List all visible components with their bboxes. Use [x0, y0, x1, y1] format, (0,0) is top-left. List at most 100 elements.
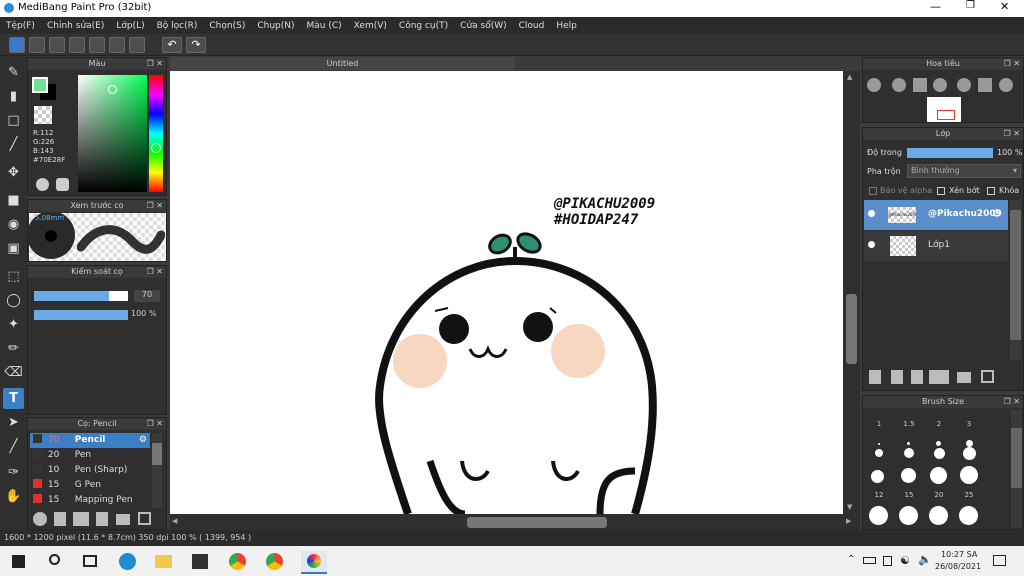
sv-picker-handle[interactable]: [108, 85, 117, 94]
redo-icon[interactable]: ↷: [186, 37, 206, 53]
chrome-icon[interactable]: [229, 553, 246, 570]
fill-shape-tool-icon[interactable]: ■: [3, 190, 24, 211]
panel-close-icon[interactable]: ❐ ✕: [147, 418, 163, 430]
scroll-down-arrow[interactable]: ▼: [847, 503, 852, 511]
hue-slider[interactable]: [149, 75, 163, 192]
brush-tool-icon[interactable]: ✎: [3, 62, 24, 83]
canvas-vertical-scrollbar[interactable]: ▲ ▼: [843, 71, 860, 514]
brush-size-preset[interactable]: 15: [894, 491, 924, 499]
layer-list-scrollbar[interactable]: [1010, 200, 1021, 360]
scroll-up-arrow[interactable]: ▲: [847, 73, 852, 81]
canvas-tab[interactable]: Untitled: [170, 57, 515, 70]
panel-close-icon[interactable]: ❐ ✕: [1004, 396, 1020, 408]
cloud-icon[interactable]: [9, 37, 25, 53]
palette-icon[interactable]: [36, 178, 49, 191]
brush-size-slider[interactable]: [34, 291, 128, 301]
add-brush-icon[interactable]: [33, 512, 47, 526]
menu-cloud[interactable]: Cloud: [513, 21, 551, 31]
menu-window[interactable]: Cửa sổ(W): [454, 21, 512, 31]
zoom-in-icon[interactable]: [867, 78, 881, 92]
taskbar-clock-time[interactable]: 10:27 SA: [941, 550, 977, 559]
rectangle-tool-icon[interactable]: □: [3, 110, 24, 131]
new-1bit-layer-icon[interactable]: [911, 370, 923, 384]
medibang-icon[interactable]: [301, 551, 327, 574]
scroll-right-arrow[interactable]: ▶: [846, 517, 851, 525]
fit-window-icon[interactable]: [913, 78, 927, 92]
color-picker-icon[interactable]: [56, 178, 69, 191]
transparent-color-swatch[interactable]: [34, 106, 52, 124]
file-explorer-icon[interactable]: [155, 555, 172, 568]
maximize-button[interactable]: ❐: [966, 0, 975, 11]
hue-slider-handle[interactable]: [151, 143, 161, 153]
brush-item[interactable]: 20 Pen: [30, 448, 166, 463]
clipping-checkbox[interactable]: [937, 187, 945, 195]
document-icon[interactable]: [89, 37, 105, 53]
menu-view[interactable]: Xem(V): [348, 21, 393, 31]
new-brush-icon[interactable]: [54, 512, 66, 526]
network-icon[interactable]: [883, 556, 892, 566]
battery-icon[interactable]: [863, 557, 876, 564]
panel-close-icon[interactable]: ❐ ✕: [147, 58, 163, 70]
brush-size-scroll-thumb[interactable]: [1011, 428, 1022, 488]
layer-visibility-icon[interactable]: [868, 241, 875, 248]
horizontal-scroll-thumb[interactable]: [467, 517, 607, 528]
brush-folder-icon[interactable]: [116, 514, 130, 525]
lock-checkbox[interactable]: [987, 187, 995, 195]
minimize-button[interactable]: —: [930, 0, 941, 13]
layer-folder-icon[interactable]: [957, 372, 971, 383]
brush-item[interactable]: 10 Pen (Sharp): [30, 463, 166, 478]
menu-snap[interactable]: Chụp(N): [251, 21, 300, 31]
store-icon[interactable]: [192, 554, 208, 569]
brush-item[interactable]: 70 Pencil ⚙: [30, 433, 150, 448]
select-rect-tool-icon[interactable]: ⬚: [3, 266, 24, 287]
layer-menu-icon[interactable]: [929, 370, 949, 384]
vertical-scroll-thumb[interactable]: [846, 294, 857, 364]
select-eraser-tool-icon[interactable]: ⌫: [3, 362, 24, 383]
undo-icon[interactable]: ↶: [162, 37, 182, 53]
magic-wand-tool-icon[interactable]: ✦: [3, 314, 24, 335]
taskbar-clock-date[interactable]: 26/08/2021: [935, 562, 981, 571]
panel-close-icon[interactable]: ❐ ✕: [147, 200, 163, 212]
wifi-icon[interactable]: ☯: [900, 554, 910, 567]
brush-size-preset[interactable]: 12: [864, 491, 894, 499]
eyedropper-tool-icon[interactable]: ✑: [3, 462, 24, 483]
brush-menu-icon[interactable]: [73, 512, 89, 526]
saturation-value-picker[interactable]: [78, 75, 147, 192]
divide-tool-icon[interactable]: ╱: [3, 436, 24, 457]
search-icon[interactable]: [49, 554, 60, 565]
new-halftone-layer-icon[interactable]: [891, 370, 903, 384]
menu-file[interactable]: Tệp(F): [0, 21, 41, 31]
panel-close-icon[interactable]: ❐ ✕: [147, 266, 163, 278]
drawing-canvas[interactable]: @PIKACHU2009 #HOIDAP247: [170, 71, 843, 514]
rotate-right-icon[interactable]: [999, 78, 1013, 92]
layer-list-scroll-thumb[interactable]: [1010, 210, 1021, 340]
brush-duplicate-icon[interactable]: [138, 512, 151, 525]
menu-color[interactable]: Màu (C): [301, 21, 348, 31]
menu-help[interactable]: Help: [550, 21, 583, 31]
hand-tool-icon[interactable]: ✋: [3, 486, 24, 507]
brush-size-preset[interactable]: 2: [924, 420, 954, 428]
zoom-out-icon[interactable]: [933, 78, 947, 92]
brush-item[interactable]: 15 Mapping Pen: [30, 493, 166, 508]
panel-close-icon[interactable]: ❐ ✕: [1004, 58, 1020, 70]
comment-icon[interactable]: [49, 37, 65, 53]
message-icon[interactable]: [69, 37, 85, 53]
zoom-in-alt-icon[interactable]: [892, 78, 906, 92]
eraser-tool-icon[interactable]: ▮: [3, 86, 24, 107]
move-tool-icon[interactable]: ✥: [3, 162, 24, 183]
gradient-tool-icon[interactable]: ▣: [3, 238, 24, 259]
layer-visibility-icon[interactable]: [868, 210, 875, 217]
brush-list-scrollbar[interactable]: [152, 433, 162, 508]
layer-duplicate-icon[interactable]: [981, 370, 994, 383]
foreground-color-swatch[interactable]: [32, 77, 48, 93]
brush-settings-icon[interactable]: ⚙: [139, 433, 147, 448]
brush-list-scroll-thumb[interactable]: [152, 443, 162, 465]
brush-size-preset[interactable]: 1: [864, 420, 894, 428]
line-tool-icon[interactable]: ╱: [3, 134, 24, 155]
operation-tool-icon[interactable]: ➤: [3, 412, 24, 433]
brush-size-scrollbar[interactable]: [1011, 410, 1022, 528]
canvas-horizontal-scrollbar[interactable]: ◀ ▶: [170, 514, 860, 530]
protect-alpha-checkbox[interactable]: [869, 187, 877, 195]
menu-select[interactable]: Chọn(S): [203, 21, 251, 31]
menu-layer[interactable]: Lớp(L): [110, 21, 150, 31]
